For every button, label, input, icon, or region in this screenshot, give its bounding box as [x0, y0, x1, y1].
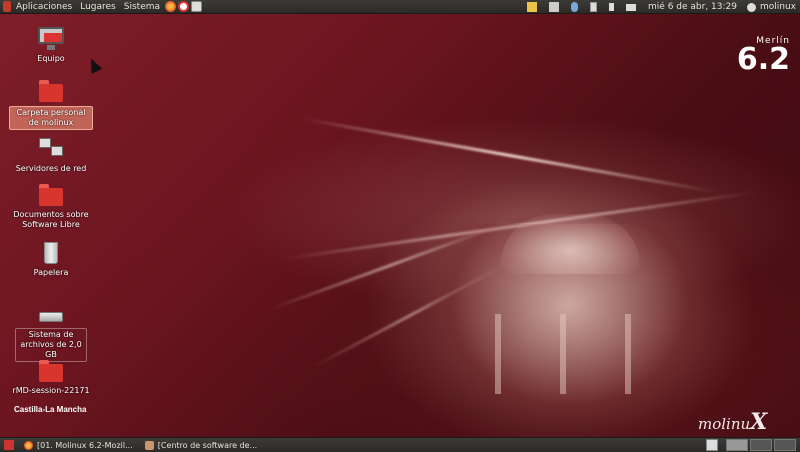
user-name: molinux [759, 2, 796, 12]
brand-version: 6.2 [736, 42, 790, 77]
desktop-icon-trash[interactable]: Papelera [9, 240, 93, 278]
workspace-2[interactable] [750, 439, 772, 451]
power-icon [746, 2, 756, 12]
bluetooth-icon[interactable] [571, 2, 579, 12]
icon-label: Papelera [33, 268, 69, 277]
bottom-panel: [01. Molinux 6.2-Mozil... [Centro de sof… [0, 437, 800, 452]
menu-sistema[interactable]: Sistema [120, 0, 164, 14]
system-tray: mié 6 de abr, 13:29 molinux [521, 0, 800, 14]
firefox-icon [24, 440, 33, 450]
home-folder-icon [37, 78, 65, 104]
icon-label: rMD-session-22171 [12, 386, 90, 395]
task-label: [Centro de software de... [157, 440, 258, 450]
workspace-1[interactable] [726, 439, 748, 451]
top-panel: Aplicaciones Lugares Sistema mié 6 de ab… [0, 0, 800, 14]
window-icon[interactable] [549, 2, 560, 12]
mail-icon[interactable] [626, 3, 637, 11]
icon-label: Servidores de red [15, 164, 87, 173]
network-servers-icon [37, 136, 65, 162]
taskbar-item-software-center[interactable]: [Centro de software de... [139, 439, 263, 452]
desktop-icon-network-servers[interactable]: Servidores de red [9, 136, 93, 174]
icon-label: Equipo [37, 54, 65, 63]
castilla-la-mancha-logo: Castilla-La Mancha [14, 405, 87, 414]
workspace-switcher [706, 439, 796, 451]
screen-launcher-icon[interactable] [191, 1, 203, 12]
icon-label: Carpeta personal de molinux [9, 106, 93, 130]
clock[interactable]: mié 6 de abr, 13:29 [642, 2, 743, 12]
software-center-icon [144, 440, 154, 450]
molinux-logo-text: molinu [698, 415, 751, 433]
desktop-icon-documents[interactable]: Documentos sobre Software Libre [9, 182, 93, 230]
task-label: [01. Molinux 6.2-Mozil... [37, 440, 133, 450]
folder-icon [37, 358, 65, 384]
wallpaper-pillar [495, 314, 501, 394]
user-menu[interactable]: molinux [743, 2, 800, 12]
desktop-icon-rmd-session[interactable]: rMD-session-22171 [9, 358, 93, 396]
wallpaper-light-string [302, 117, 718, 194]
help-launcher-icon[interactable] [178, 1, 190, 12]
desktop[interactable]: Merlín 6.2 molinuX Equipo Carpeta person… [0, 14, 800, 437]
brand-logo: Merlín 6.2 [736, 36, 790, 77]
desktop-icon-home-folder[interactable]: Carpeta personal de molinux [9, 78, 93, 130]
taskbar-item-firefox[interactable]: [01. Molinux 6.2-Mozil... [18, 439, 139, 452]
mouse-cursor-icon [85, 56, 103, 74]
wallpaper-carousel-roof [500, 214, 640, 274]
drive-icon [37, 300, 65, 326]
menu-lugares[interactable]: Lugares [76, 0, 120, 14]
desktop-icon-filesystem[interactable]: Sistema de archivos de 2,0 GB [9, 300, 93, 362]
notes-icon[interactable] [527, 2, 538, 12]
wallpaper-pillar [560, 314, 566, 394]
menu-aplicaciones[interactable]: Aplicaciones [12, 0, 76, 14]
icon-label: Documentos sobre Software Libre [13, 210, 89, 229]
distro-logo-icon[interactable] [3, 1, 11, 12]
trash-applet-icon[interactable] [706, 439, 718, 451]
battery-icon[interactable] [590, 2, 598, 12]
firefox-launcher-icon[interactable] [165, 1, 177, 12]
desktop-icon-equipo[interactable]: Equipo [9, 26, 93, 64]
folder-icon [37, 182, 65, 208]
computer-icon [37, 26, 65, 52]
main-menu: Aplicaciones Lugares Sistema [0, 0, 203, 14]
wallpaper-pillar [625, 314, 631, 394]
volume-icon[interactable] [609, 3, 615, 11]
molinux-logo: molinuX [698, 409, 767, 435]
workspace-3[interactable] [774, 439, 796, 451]
molinux-logo-x: X [750, 409, 768, 435]
trash-icon [37, 240, 65, 266]
icon-label: Sistema de archivos de 2,0 GB [15, 328, 87, 362]
show-desktop-icon[interactable] [4, 440, 14, 450]
